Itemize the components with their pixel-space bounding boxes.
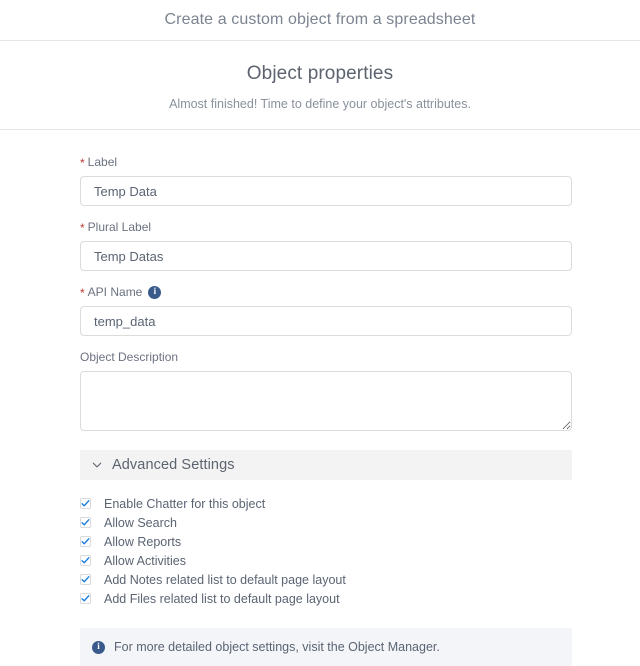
section-header: Object properties Almost finished! Time …	[0, 41, 640, 130]
object-manager-note: i For more detailed object settings, vis…	[80, 628, 572, 666]
info-icon: i	[92, 640, 105, 654]
field-api-name: * API Name i	[80, 284, 572, 336]
object-properties-form: * Label * Plural Label * API Name i	[0, 130, 640, 666]
label-field-label-text: Label	[87, 155, 118, 169]
label-field-label: * Label	[80, 154, 572, 170]
checkbox-add-files-related-list[interactable]	[80, 593, 91, 604]
label-input[interactable]	[80, 176, 572, 206]
checkbox-label: Enable Chatter for this object	[104, 496, 266, 511]
checkbox-allow-reports[interactable]	[80, 536, 91, 547]
info-icon-glyph: i	[97, 641, 100, 651]
checkbox-row[interactable]: Enable Chatter for this object	[80, 494, 572, 513]
check-icon	[81, 595, 90, 602]
field-plural-label: * Plural Label	[80, 219, 572, 271]
plural-label-field-label-text: Plural Label	[87, 220, 152, 234]
field-object-description: Object Description	[80, 349, 572, 431]
check-icon	[81, 538, 90, 545]
plural-label-input[interactable]	[80, 241, 572, 271]
wizard-header: Create a custom object from a spreadshee…	[0, 0, 640, 41]
checkbox-allow-search[interactable]	[80, 517, 91, 528]
checkbox-add-notes-related-list[interactable]	[80, 574, 91, 585]
checkbox-label: Allow Search	[104, 515, 177, 530]
chevron-down-icon	[92, 462, 102, 468]
check-icon	[81, 500, 90, 507]
object-description-field-label: Object Description	[80, 349, 572, 365]
required-asterisk: *	[80, 156, 85, 170]
api-name-input[interactable]	[80, 306, 572, 336]
api-name-field-label-text: API Name	[87, 285, 143, 299]
required-asterisk: *	[80, 221, 85, 235]
checkbox-enable-chatter[interactable]	[80, 498, 91, 509]
info-icon-glyph: i	[153, 286, 157, 296]
checkbox-row[interactable]: Allow Reports	[80, 532, 572, 551]
wizard-title: Create a custom object from a spreadshee…	[164, 11, 476, 28]
plural-label-field-label: * Plural Label	[80, 219, 572, 235]
object-manager-note-text: For more detailed object settings, visit…	[114, 640, 440, 654]
checkbox-label: Add Notes related list to default page l…	[104, 572, 346, 587]
checkbox-label: Allow Reports	[104, 534, 182, 549]
checkbox-label: Allow Activities	[104, 553, 186, 568]
check-icon	[81, 557, 90, 564]
checkbox-row[interactable]: Add Notes related list to default page l…	[80, 570, 572, 589]
advanced-settings-title: Advanced Settings	[112, 457, 235, 473]
checkbox-allow-activities[interactable]	[80, 555, 91, 566]
checkbox-label: Add Files related list to default page l…	[104, 591, 340, 606]
advanced-settings-toggle[interactable]: Advanced Settings	[80, 450, 572, 480]
object-description-field-label-text: Object Description	[80, 350, 179, 364]
checkbox-row[interactable]: Allow Search	[80, 513, 572, 532]
object-properties-page: Create a custom object from a spreadshee…	[0, 0, 640, 666]
page-title: Object properties	[246, 63, 394, 84]
check-icon	[81, 576, 90, 583]
api-name-field-label: * API Name i	[80, 284, 572, 300]
object-description-textarea[interactable]	[80, 371, 572, 431]
required-asterisk: *	[80, 286, 85, 300]
advanced-settings-options: Enable Chatter for this object Allow Sea…	[80, 494, 572, 608]
checkbox-row[interactable]: Allow Activities	[80, 551, 572, 570]
field-label: * Label	[80, 154, 572, 206]
page-subtitle: Almost finished! Time to define your obj…	[169, 97, 471, 111]
check-icon	[81, 519, 90, 526]
info-icon[interactable]: i	[148, 285, 162, 299]
checkbox-row[interactable]: Add Files related list to default page l…	[80, 589, 572, 608]
